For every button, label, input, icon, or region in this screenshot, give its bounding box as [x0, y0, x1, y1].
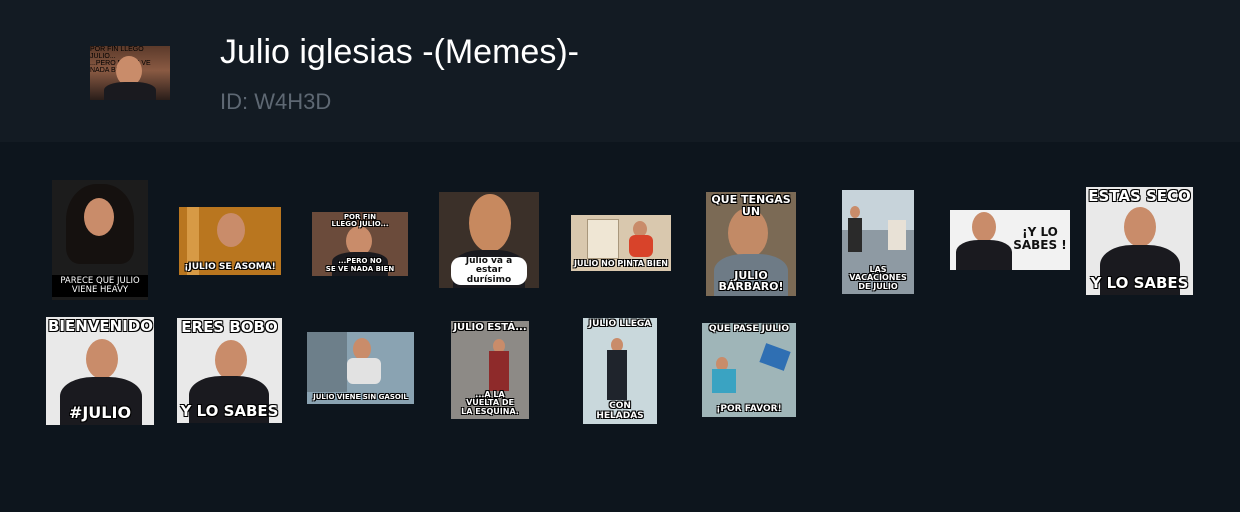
sticker-caption-bottom: LAS VACACIONES DE JULIO: [849, 264, 907, 291]
person-body: [607, 350, 627, 400]
sticker-caption-top: JULIO ESTÁ...: [453, 322, 527, 333]
sticker-caption-bottom: Julio va a estar durísimo: [451, 256, 527, 285]
sticker-14[interactable]: JULIO LLEGA CON HELADAS: [583, 318, 657, 424]
sticker-12[interactable]: JULIO VIENE SIN GASOIL: [307, 332, 414, 404]
child-figure: [888, 220, 906, 250]
sticker-7[interactable]: LAS VACACIONES DE JULIO: [842, 190, 914, 294]
painter-shirt: [629, 235, 653, 257]
sticker-caption-bottom: PARECE QUE JULIO VIENE HEAVY: [52, 275, 148, 297]
sticker-caption-bottom: Y LO SABES: [180, 402, 279, 421]
person-shirt: [347, 358, 381, 384]
sticker-caption-top: JULIO LLEGA: [588, 319, 652, 329]
sticker-caption-bottom: JULIO NO PINTA BIEN: [574, 258, 668, 268]
car-door: [307, 332, 347, 392]
sticker-face: [972, 212, 996, 242]
sticker-caption-bottom: #JULIO: [68, 403, 132, 423]
sticker-caption-top: POR FIN LLEGO JULIO...: [331, 213, 389, 229]
sticker-10[interactable]: BIENVENIDO #JULIO: [46, 317, 154, 425]
sticker-15[interactable]: QUE PASE JULIO ¡POR FAVOR!: [702, 323, 796, 417]
pack-id: ID: W4H3D: [220, 89, 332, 114]
sticker-11[interactable]: ERES BOBO Y LO SABES: [177, 318, 282, 423]
sticker-2[interactable]: ¡JULIO SE ASOMA!: [179, 207, 281, 275]
sticker-face: [850, 206, 860, 218]
sticker-caption-top: QUE TENGAS UN: [711, 193, 791, 218]
sticker-1[interactable]: PARECE QUE JULIO VIENE HEAVY: [52, 180, 148, 300]
sticker-caption-bottom: ...PERO NO SE VE NADA BIEN: [325, 257, 395, 273]
sticker-face: [353, 338, 371, 360]
sticker-caption-top: ESTAS SECO: [1088, 187, 1191, 205]
sticker-face: [469, 194, 511, 252]
sticker-caption-bottom: JULIO VIENE SIN GASOIL: [313, 392, 408, 401]
person-body: [712, 369, 736, 393]
sticker-face: [86, 339, 118, 379]
sticker-4[interactable]: Julio va a estar durísimo: [439, 192, 539, 288]
person-body: [848, 218, 862, 252]
sticker-caption-bottom: ¡POR FAVOR!: [716, 403, 782, 414]
pack-title: Julio iglesias -(Memes)-: [220, 33, 579, 71]
pack-header: POR FIN LLEGO JULIO... ...PERO NO SE VE …: [0, 0, 1240, 142]
sticker-13[interactable]: JULIO ESTÁ... ...A LA VUELTA DE LA ESQUI…: [451, 321, 529, 419]
thumbnail-suit: [104, 82, 156, 100]
sticker-3[interactable]: POR FIN LLEGO JULIO... ...PERO NO SE VE …: [312, 212, 408, 276]
sticker-caption-bottom: Y LO SABES: [1090, 274, 1189, 293]
sticker-6[interactable]: QUE TENGAS UN JULIO BÁRBARO!: [706, 192, 796, 296]
sticker-face: [1124, 207, 1156, 247]
sticker-suit: [956, 240, 1012, 270]
sticker-8[interactable]: ¡Y LO SABES !: [950, 210, 1070, 270]
person-body: [489, 351, 509, 391]
sticker-grid: PARECE QUE JULIO VIENE HEAVY ¡JULIO SE A…: [0, 142, 1240, 512]
sticker-caption-top: ERES BOBO: [181, 318, 278, 336]
sticker-caption-bottom: ...A LA VUELTA DE LA ESQUINA.: [461, 389, 519, 416]
sticker-caption-top: QUE PASE JULIO: [708, 324, 790, 334]
sticker-face: [217, 213, 245, 247]
sticker-face: [215, 340, 247, 380]
sticker-caption-bottom: JULIO BÁRBARO!: [718, 268, 784, 294]
sticker-caption-top: BIENVENIDO: [48, 317, 154, 335]
sticker-5[interactable]: JULIO NO PINTA BIEN: [571, 215, 671, 271]
sticker-caption-bottom: CON HELADAS: [596, 401, 644, 421]
sticker-face: [84, 198, 114, 236]
sticker-caption-bottom: ¡Y LO SABES !: [1013, 225, 1067, 252]
sticker-caption-bottom: ¡JULIO SE ASOMA!: [184, 261, 276, 272]
sticker-9[interactable]: ESTAS SECO Y LO SABES: [1086, 187, 1193, 295]
pack-thumbnail: POR FIN LLEGO JULIO... ...PERO NO SE VE …: [90, 46, 170, 100]
easel-canvas: [587, 219, 619, 259]
blue-folder: [759, 343, 791, 371]
